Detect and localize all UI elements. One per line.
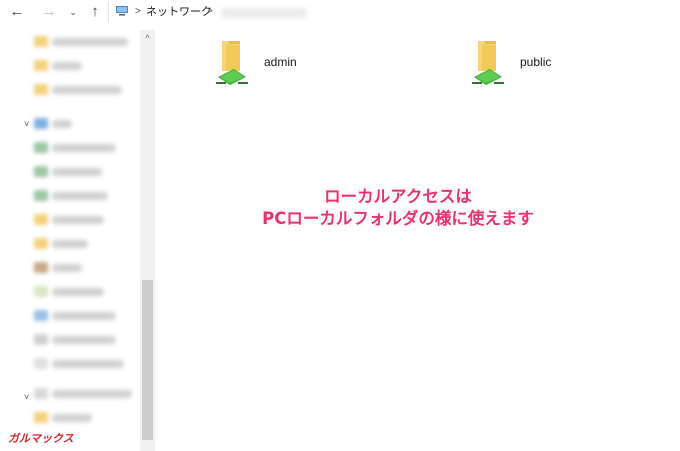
network-pc-icon: [116, 6, 128, 16]
breadcrumb-separator[interactable]: >: [135, 4, 141, 20]
scroll-up-arrow-icon[interactable]: ^: [140, 30, 155, 46]
share-name: public: [520, 55, 552, 69]
annotation-line-1: ローカルアクセスは: [324, 187, 472, 206]
watermark-logo: ガルマックス: [8, 432, 74, 445]
annotation-caption: ローカルアクセスは PCローカルフォルダの様に使えます: [228, 186, 568, 230]
breadcrumb-device-redacted[interactable]: [221, 8, 307, 18]
address-bar[interactable]: > ネットワーク >: [108, 2, 680, 22]
annotation-line-2: PCローカルフォルダの様に使えます: [262, 209, 534, 228]
network-share-folder-icon: [472, 41, 504, 85]
navigation-pane: ˅ ˅: [0, 24, 156, 451]
breadcrumb-separator[interactable]: >: [207, 4, 213, 20]
share-name: admin: [264, 55, 297, 69]
forward-button[interactable]: →: [40, 3, 58, 21]
scrollbar-thumb[interactable]: [142, 280, 153, 440]
share-item-admin[interactable]: admin: [212, 37, 332, 97]
recent-locations-button[interactable]: ⌄: [64, 3, 82, 21]
nav-pane-scrollbar[interactable]: ^: [140, 30, 155, 451]
navigation-bar: ← → ⌄ ↑ > ネットワーク >: [0, 0, 680, 24]
breadcrumb-network[interactable]: ネットワーク: [146, 4, 212, 20]
share-item-public[interactable]: public: [468, 37, 588, 97]
expand-chevron-icon[interactable]: ˅: [24, 119, 29, 129]
expand-chevron-icon[interactable]: ˅: [24, 392, 29, 402]
back-button[interactable]: ←: [8, 3, 26, 21]
network-share-folder-icon: [216, 41, 248, 85]
up-button[interactable]: ↑: [86, 3, 104, 21]
